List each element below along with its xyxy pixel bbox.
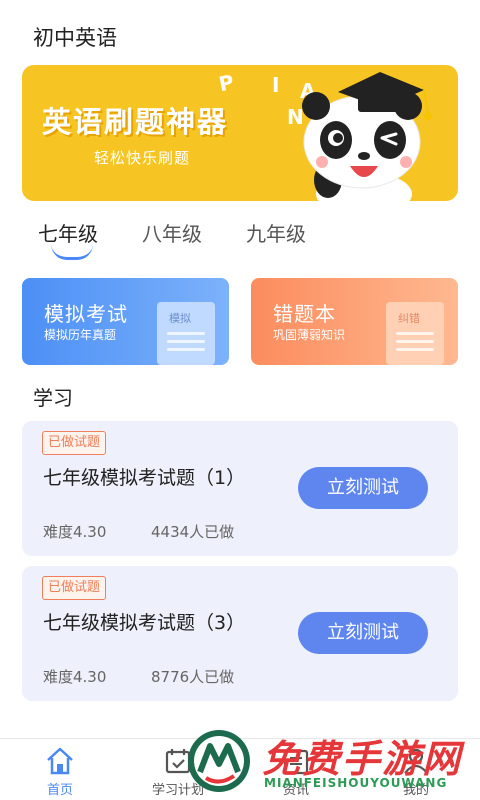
page-title: 初中英语 (33, 26, 117, 50)
banner-sub-text: 轻松快乐刷题 (94, 149, 191, 167)
start-test-button[interactable]: 立刻测试 (298, 612, 428, 654)
active-tab-indicator (51, 244, 93, 260)
quiz-attempt-count: 4434人已做 (151, 523, 235, 541)
section-title: 学习 (33, 386, 73, 410)
done-tag: 已做试题 (42, 431, 107, 455)
panda-mascot-icon (302, 72, 432, 201)
banner-main-text: 英语刷题神器 (42, 105, 229, 139)
grade-tabs: 七年级 八年级 九年级 (0, 218, 480, 260)
document-icon: 纠错 (386, 302, 444, 365)
card-title: 错题本 (273, 302, 336, 326)
quiz-card[interactable]: 已做试题 七年级模拟考试题（3） 难度4.30 8776人已做 立刻测试 (22, 566, 458, 701)
tab-grade-9[interactable]: 九年级 (246, 218, 306, 247)
watermark-logo-icon (188, 730, 250, 792)
quiz-difficulty: 难度4.30 (43, 668, 107, 686)
doc-label: 纠错 (398, 312, 420, 325)
card-title: 模拟考试 (44, 302, 128, 326)
watermark-subtitle: MIANFEISHOUYOUWANG (264, 776, 448, 790)
mock-exam-card[interactable]: 模拟考试 模拟历年真题 模拟 (22, 278, 229, 365)
tab-grade-8[interactable]: 八年级 (142, 218, 202, 247)
card-subtitle: 巩固薄弱知识 (273, 328, 346, 342)
banner-letter: P (216, 69, 237, 97)
quiz-difficulty: 难度4.30 (43, 523, 107, 541)
site-watermark: 免费手游网 MIANFEISHOUYOUWANG (186, 726, 480, 800)
quiz-attempt-count: 8776人已做 (151, 668, 235, 686)
wrong-questions-card[interactable]: 错题本 巩固薄弱知识 纠错 (251, 278, 458, 365)
card-subtitle: 模拟历年真题 (44, 328, 117, 342)
done-tag: 已做试题 (42, 576, 107, 600)
doc-label: 模拟 (169, 312, 191, 325)
tab-grade-7[interactable]: 七年级 (38, 218, 98, 247)
quiz-title: 七年级模拟考试题（1） (43, 467, 246, 489)
document-icon: 模拟 (157, 302, 215, 365)
watermark-title: 免费手游网 (262, 737, 463, 781)
home-icon (47, 747, 73, 775)
nav-home[interactable]: 首页 (20, 745, 100, 798)
quiz-title: 七年级模拟考试题（3） (43, 612, 246, 634)
promo-banner[interactable]: 英语刷题神器 轻松快乐刷题 P I A N (22, 65, 458, 201)
start-test-button[interactable]: 立刻测试 (298, 467, 428, 509)
quiz-card[interactable]: 已做试题 七年级模拟考试题（1） 难度4.30 4434人已做 立刻测试 (22, 421, 458, 556)
nav-label: 首页 (46, 783, 73, 798)
